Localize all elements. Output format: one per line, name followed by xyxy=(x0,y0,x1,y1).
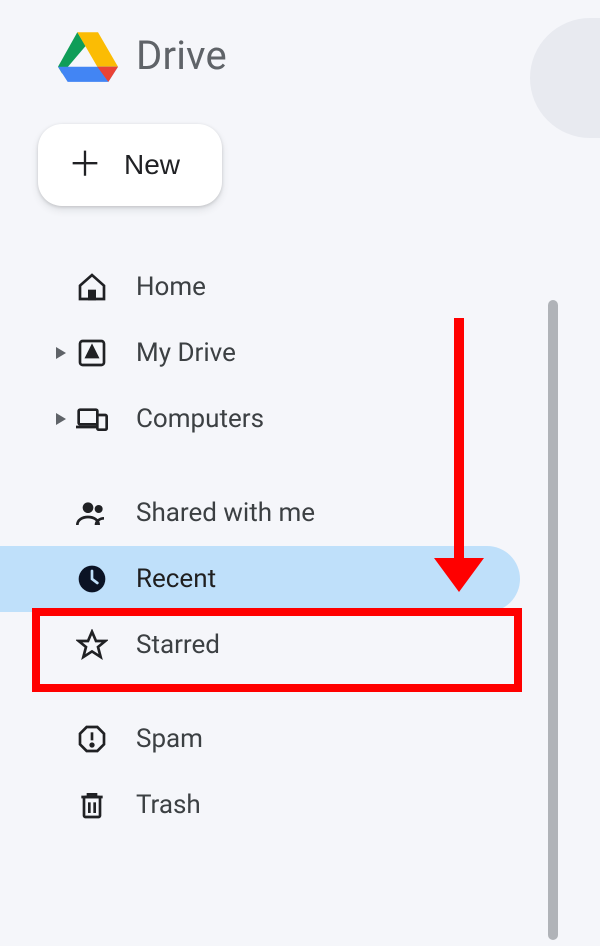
sidebar-item-label: My Drive xyxy=(136,338,236,368)
star-icon xyxy=(74,627,110,663)
drive-logo-icon xyxy=(58,28,118,82)
sidebar-item-label: Trash xyxy=(136,790,201,820)
sidebar-item-label: Computers xyxy=(136,404,264,434)
drive-header: Drive xyxy=(0,0,600,82)
new-button-label: New xyxy=(124,149,180,181)
app-title: Drive xyxy=(136,32,227,79)
devices-icon xyxy=(74,401,110,437)
sidebar-item-spam[interactable]: Spam xyxy=(0,706,520,772)
drive-file-icon xyxy=(74,335,110,371)
sidebar-item-label: Home xyxy=(136,272,206,302)
sidebar-item-label: Spam xyxy=(136,724,203,754)
sidebar-item-label: Shared with me xyxy=(136,498,315,528)
sidebar-item-label: Starred xyxy=(136,630,220,660)
sidebar-item-computers[interactable]: Computers xyxy=(0,386,520,452)
scrollbar-thumb[interactable] xyxy=(548,300,558,940)
sidebar-item-trash[interactable]: Trash xyxy=(0,772,520,838)
sidebar-item-home[interactable]: Home xyxy=(0,254,520,320)
clock-icon xyxy=(74,561,110,597)
new-button[interactable]: ＋ New xyxy=(38,124,222,206)
home-icon xyxy=(74,269,110,305)
sidebar-item-shared-with-me[interactable]: Shared with me xyxy=(0,480,520,546)
people-icon xyxy=(74,495,110,531)
sidebar-item-starred[interactable]: Starred xyxy=(0,612,520,678)
plus-icon: ＋ xyxy=(68,148,102,182)
sidebar-item-my-drive[interactable]: My Drive xyxy=(0,320,520,386)
spam-icon xyxy=(74,721,110,757)
expand-icon[interactable] xyxy=(54,413,68,425)
expand-icon[interactable] xyxy=(54,347,68,359)
trash-icon xyxy=(74,787,110,823)
sidebar-item-label: Recent xyxy=(136,564,216,594)
sidebar-item-recent[interactable]: Recent xyxy=(0,546,520,612)
sidebar-nav: Home My Drive Computers xyxy=(0,206,520,838)
